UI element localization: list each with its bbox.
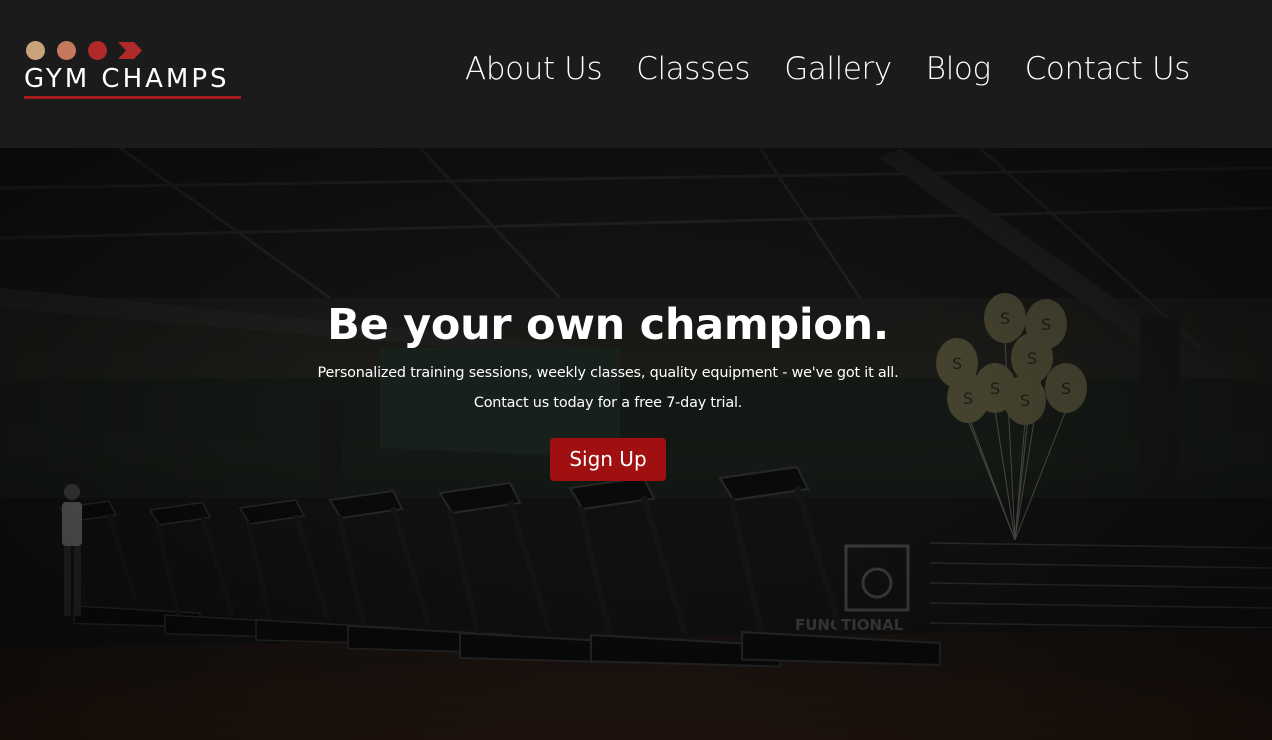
hero-section: FUNCTIONAL AREA SSSSSSSS Be your own cha…	[0, 148, 1272, 740]
hero-subtitle-line-1: Personalized training sessions, weekly c…	[317, 365, 899, 381]
main-navigation: About Us Classes Gallery Blog Contact Us	[465, 48, 1190, 90]
nav-link-blog[interactable]: Blog	[926, 51, 991, 87]
nav-link-contact-us[interactable]: Contact Us	[1025, 51, 1191, 87]
hero-title: Be your own champion.	[327, 300, 889, 350]
site-header: GYM CHAMPS About Us Classes Gallery Blog…	[0, 0, 1272, 148]
nav-link-gallery[interactable]: Gallery	[784, 51, 892, 87]
logo-dot-tan	[26, 41, 45, 60]
logo-dot-red	[88, 41, 107, 60]
logo-underline	[24, 96, 241, 99]
hero-subtitle-line-2: Contact us today for a free 7-day trial.	[473, 395, 743, 411]
nav-link-about-us[interactable]: About Us	[465, 51, 603, 87]
nav-link-classes[interactable]: Classes	[636, 51, 750, 87]
logo-dot-copper	[57, 41, 76, 60]
sign-up-button[interactable]: Sign Up	[550, 438, 666, 481]
hero-content: Be your own champion. Personalized train…	[0, 298, 1216, 481]
logo-chevron-icon	[118, 42, 142, 59]
gym-champs-logo[interactable]: GYM CHAMPS	[24, 40, 244, 102]
logo-wordmark: GYM CHAMPS	[24, 64, 230, 94]
